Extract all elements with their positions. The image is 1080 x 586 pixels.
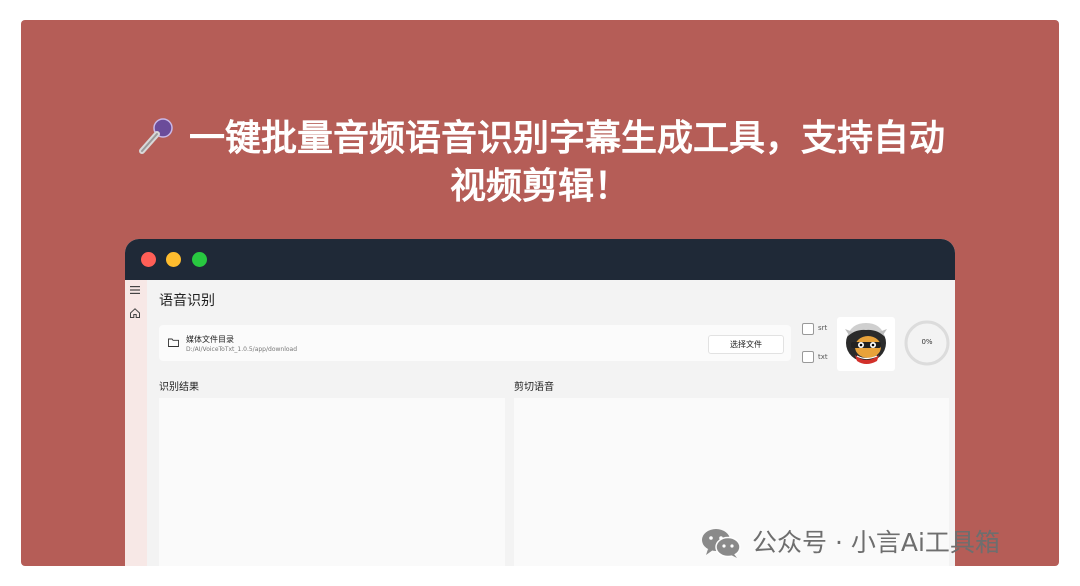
headline: 一键批量音频语音识别字幕生成工具，支持自动 视频剪辑！ — [21, 115, 1059, 211]
headline-line-1: 一键批量音频语音识别字幕生成工具，支持自动 — [21, 115, 1059, 163]
close-window-button[interactable] — [141, 252, 156, 267]
window-titlebar — [125, 239, 955, 280]
page-title: 语音识别 — [159, 293, 215, 309]
home-icon[interactable] — [129, 307, 141, 319]
media-dir-label: 媒体文件目录 — [186, 335, 234, 344]
watermark-text: 公众号 · 小言Ai工具箱 — [752, 528, 1000, 557]
srt-checkbox-label: srt — [818, 324, 828, 332]
promo-banner: 一键批量音频语音识别字幕生成工具，支持自动 视频剪辑！ 语音识别 媒体文件目录 … — [21, 20, 1059, 566]
headline-line-2: 视频剪辑！ — [449, 166, 630, 207]
main-content: 语音识别 媒体文件目录 D:/AI/VoiceToTxt_1.0.5/app/d… — [147, 280, 955, 566]
cut-audio-label: 剪切语音 — [514, 382, 554, 393]
txt-checkbox[interactable] — [802, 351, 814, 363]
recognition-result-label: 识别结果 — [159, 382, 199, 393]
txt-checkbox-label: txt — [818, 353, 828, 361]
select-file-button[interactable]: 选择文件 — [708, 335, 784, 354]
watermark: 公众号 · 小言Ai工具箱 — [700, 525, 1000, 561]
app-window: 语音识别 媒体文件目录 D:/AI/VoiceToTxt_1.0.5/app/d… — [125, 239, 955, 566]
minimize-window-button[interactable] — [166, 252, 181, 267]
sidebar — [125, 280, 147, 566]
recognition-result-panel[interactable] — [159, 398, 505, 566]
menu-icon[interactable] — [129, 285, 141, 295]
media-dir-path: D:/AI/VoiceToTxt_1.0.5/app/download — [186, 346, 298, 353]
avatar — [837, 317, 895, 371]
wechat-icon — [702, 529, 741, 558]
folder-icon — [168, 338, 179, 347]
maximize-window-button[interactable] — [192, 252, 207, 267]
progress-percent: 0% — [921, 338, 933, 346]
microphone-icon — [138, 118, 173, 154]
file-picker-card: 媒体文件目录 D:/AI/VoiceToTxt_1.0.5/app/downlo… — [159, 325, 791, 361]
headline-text-1: 一键批量音频语音识别字幕生成工具，支持自动 — [188, 118, 945, 159]
cartoon-avatar-image — [845, 323, 887, 364]
srt-checkbox[interactable] — [802, 323, 814, 335]
